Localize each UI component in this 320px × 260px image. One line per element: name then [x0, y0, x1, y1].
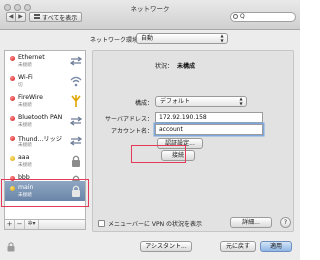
show-all-button[interactable]: すべてを表示	[29, 12, 83, 22]
detail-panel: 状況： 未構成 構成： デフォルト ▲ ▼ サーバアドレス： 172.92.190…	[92, 50, 294, 232]
vpn-menubar-checkbox[interactable]	[98, 220, 105, 227]
server-address-label: サーバアドレス：	[105, 116, 153, 123]
firewire-icon	[71, 95, 81, 107]
revert-button[interactable]: 元に戻す	[220, 241, 256, 252]
service-status: 未接続	[18, 123, 32, 128]
status-value: 未構成	[177, 63, 196, 70]
updown-arrows-icon: ▲ ▼	[239, 96, 243, 106]
forward-button[interactable]: ▶	[16, 12, 26, 22]
remove-service-button[interactable]: −	[15, 220, 25, 229]
show-all-label: すべてを表示	[42, 14, 78, 22]
service-status: 未接続	[18, 103, 32, 108]
connect-highlight-box	[131, 145, 186, 163]
service-name: Ethernet	[18, 54, 45, 61]
apply-button[interactable]: 適用	[260, 241, 292, 252]
service-item-aaa[interactable]: aaa 未接続	[5, 151, 85, 171]
nav-arrows: ◀ ▶	[6, 12, 26, 22]
updown-arrows-icon: ▲ ▼	[220, 33, 224, 43]
thunderbolt-arrows-icon	[69, 136, 83, 146]
service-status: 切	[18, 83, 23, 88]
service-name: FireWire	[18, 94, 43, 101]
status-dot-red	[10, 56, 15, 61]
network-preferences-window: ネットワーク ◀ ▶ すべてを表示 Q ネットワーク環境： 自動 ▲ ▼ Ethe…	[0, 0, 300, 260]
lock-icon	[72, 155, 80, 167]
status-dot-red	[10, 136, 15, 141]
server-address-input[interactable]: 172.92.190.158	[155, 112, 263, 123]
search-input[interactable]: Q	[230, 12, 296, 22]
service-item-ethernet[interactable]: Ethernet 未接続	[5, 51, 85, 71]
vpn-checkbox-label: メニューバーに VPN の状況を表示	[108, 221, 202, 228]
search-icon	[233, 14, 238, 19]
service-name: aaa	[18, 154, 30, 161]
status-dot-red	[10, 116, 15, 121]
service-item-bluetooth-pan[interactable]: Bluetooth PAN 未接続	[5, 111, 85, 131]
ethernet-arrows-icon	[69, 56, 83, 66]
service-name: Bluetooth PAN	[18, 114, 63, 121]
back-button[interactable]: ◀	[6, 12, 16, 22]
status-dot-red	[10, 76, 15, 81]
gear-menu-button[interactable]: ✲▾	[25, 220, 39, 229]
add-service-button[interactable]: +	[5, 220, 15, 229]
configuration-select[interactable]: デフォルト ▲ ▼	[155, 96, 247, 107]
service-item-wifi[interactable]: Wi-Fi 切	[5, 71, 85, 91]
status-dot-red	[10, 96, 15, 101]
title-bar: ネットワーク ◀ ▶ すべてを表示 Q	[0, 0, 300, 30]
service-name: Wi-Fi	[18, 74, 33, 81]
service-status: 未接続	[18, 63, 32, 68]
configuration-label: 構成：	[134, 100, 153, 107]
wifi-icon	[70, 76, 82, 87]
assistant-button[interactable]: アシスタント...	[140, 241, 192, 252]
search-value: Q	[240, 13, 245, 20]
environment-select[interactable]: 自動 ▲ ▼	[136, 33, 228, 44]
status-dot-yellow	[10, 156, 15, 161]
service-item-firewire[interactable]: FireWire 未接続	[5, 91, 85, 111]
vpn-status-row: メニューバーに VPN の状況を表示	[98, 219, 202, 228]
service-list-buttons: + − ✲▾	[4, 220, 86, 230]
service-item-thunderbolt-bridge[interactable]: Thund...リッジ 未接続	[5, 131, 85, 151]
account-name-input[interactable]: account	[155, 124, 263, 135]
bluetooth-arrows-icon	[69, 116, 83, 126]
grid-icon	[34, 14, 40, 20]
account-name-label: アカウント名：	[110, 128, 153, 135]
service-status: 未接続	[18, 163, 32, 168]
configuration-value: デフォルト	[160, 98, 191, 105]
advanced-button[interactable]: 詳細...	[230, 217, 272, 228]
environment-value: 自動	[141, 35, 154, 42]
status-label: 状況：	[154, 63, 173, 70]
service-status: 未接続	[18, 143, 32, 148]
lock-icon[interactable]	[6, 241, 16, 252]
help-button[interactable]: ?	[280, 217, 291, 228]
selection-highlight-box	[1, 179, 89, 207]
